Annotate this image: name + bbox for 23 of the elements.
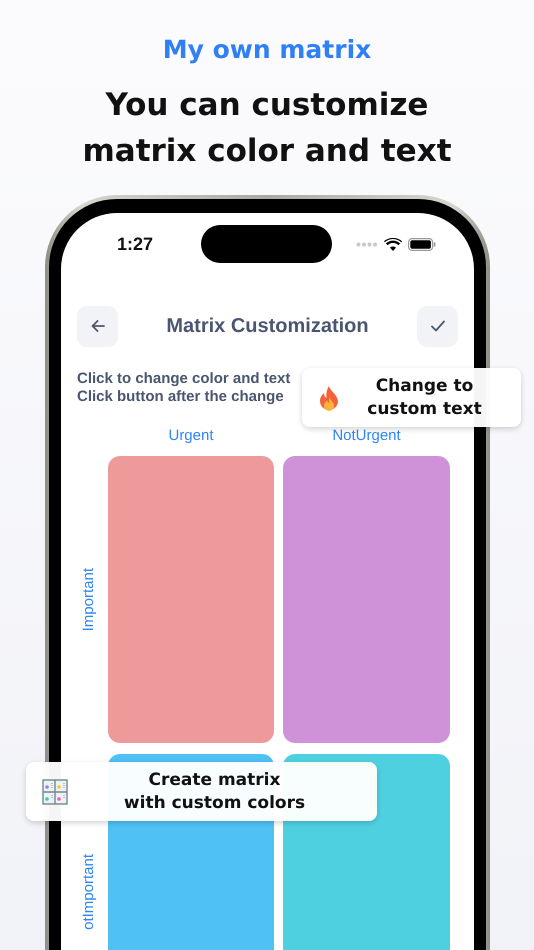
callout-text: custom text [366, 398, 483, 420]
screen-title: Matrix Customization [165, 314, 370, 338]
callout-text: Create matrix [148, 768, 282, 792]
row-label: otImportant [80, 854, 96, 930]
row-label: Important [80, 568, 96, 632]
back-button[interactable] [77, 306, 118, 346]
column-label: Urgent [167, 426, 215, 444]
confirm-button[interactable] [417, 306, 458, 346]
callout-text: Change to [374, 374, 474, 398]
headline: You can customize matrix color and text [81, 86, 453, 171]
flame-icon [318, 384, 340, 410]
status-time: 1:27 [117, 234, 154, 254]
tagline: My own matrix [162, 34, 372, 66]
instruction-text: Click button after the change [77, 388, 284, 406]
column-label: NotUrgent [331, 426, 402, 444]
instruction-text: Click to change color and text [77, 370, 290, 388]
matrix-grid-icon [42, 778, 68, 804]
checkmark-icon [430, 320, 444, 332]
battery-icon [408, 238, 436, 250]
signal-icon [356, 242, 378, 246]
callout-text: with custom colors [122, 792, 306, 814]
wifi-icon [384, 238, 402, 250]
back-arrow-icon [90, 320, 104, 332]
